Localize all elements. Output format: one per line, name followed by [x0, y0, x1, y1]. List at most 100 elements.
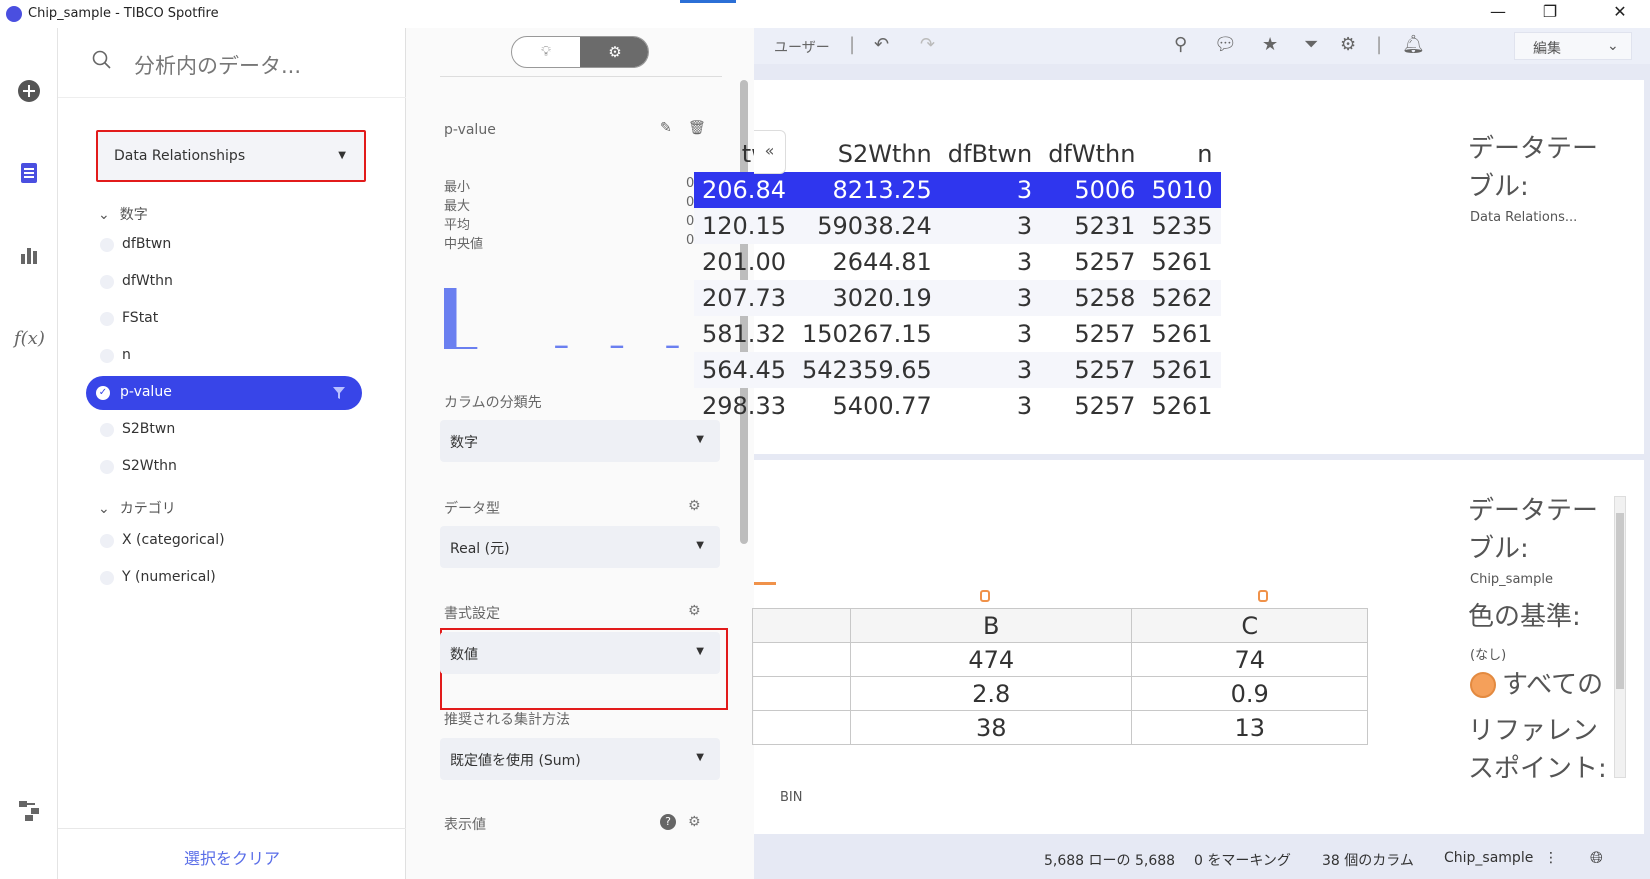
collapse-panel-button[interactable]: « [754, 130, 786, 174]
spotfire-logo-icon [6, 6, 22, 22]
cross-table[interactable]: B C 474 74 2.8 0.9 38 13 [752, 608, 1368, 745]
table-row[interactable]: 120.15 59038.24 3 5231 5235 [694, 208, 1221, 244]
legend-color-value: (なし) [1470, 648, 1507, 663]
legend-table-heading: データテーブル: [1468, 496, 1599, 564]
column-item[interactable]: n [94, 339, 384, 373]
table-row[interactable]: 564.45 542359.65 3 5257 5261 [694, 352, 1221, 388]
column-header[interactable] [752, 608, 851, 643]
table-row[interactable]: 298.33 5400.77 3 5257 5261 [694, 388, 1221, 424]
restore-button[interactable]: ❐ [1530, 2, 1570, 21]
trash-icon[interactable]: 🗑︎ [688, 120, 706, 136]
legend-color-heading: 色の基準: [1468, 602, 1581, 632]
column-item[interactable]: X (categorical) [94, 524, 384, 558]
table-row-marked[interactable]: 206.84 8213.25 3 5006 5010 [694, 172, 1221, 208]
datatype-label: データ型 [444, 501, 500, 517]
column-radio-icon [100, 275, 114, 289]
edit-icon[interactable]: ✎ [660, 120, 672, 136]
classification-dropdown[interactable]: 数字 ▼ [440, 420, 720, 462]
chevron-down-icon: ⌄ [1607, 38, 1619, 54]
main-toolbar: ユーザー | ↶ ↷ ⚲ 💬︎ ★ ⏷ ⚙ | 🔔︎ 編集 ⌄ [754, 28, 1650, 64]
aggregation-label: 推奨される集計方法 [444, 712, 570, 728]
column-radio-icon [100, 312, 114, 326]
help-icon[interactable]: ? [660, 814, 676, 830]
column-item[interactable]: S2Btwn [94, 413, 384, 447]
window-title: Chip_sample - TIBCO Spotfire [28, 6, 219, 21]
legend-color-item: すべての... [1502, 670, 1602, 700]
divider [440, 76, 722, 77]
search-icon [92, 50, 111, 69]
more-options-icon[interactable]: ⋮ [1544, 850, 1558, 866]
column-item[interactable]: Y (numerical) [94, 561, 384, 595]
user-menu[interactable]: ユーザー [774, 37, 830, 57]
undo-icon[interactable]: ↶ [874, 34, 889, 55]
cross-table-visualization: B C 474 74 2.8 0.9 38 13 BIN データテーブル: Chip_… [752, 460, 1644, 834]
lightbulb-icon[interactable]: 💡︎ [512, 37, 580, 67]
visualization-icon[interactable] [14, 242, 44, 272]
filter-icon[interactable] [332, 386, 346, 400]
table-row[interactable]: 474 74 [752, 642, 1368, 677]
group-category[interactable]: ⌄ カテゴリ [98, 498, 176, 518]
table-row[interactable]: 207.73 3020.19 3 5258 5262 [694, 280, 1221, 316]
column-header[interactable]: C [1131, 608, 1368, 643]
group-numeric[interactable]: ⌄ 数字 [98, 204, 148, 224]
function-icon[interactable]: f(x) [14, 328, 45, 358]
gear-icon[interactable]: ⚙ [688, 498, 701, 514]
icon-rail: f(x) [0, 28, 58, 879]
table-row[interactable]: 581.32 150267.15 3 5257 5261 [694, 316, 1221, 352]
globe-icon[interactable]: 🌐︎ [1590, 848, 1603, 868]
flow-icon[interactable] [14, 798, 44, 828]
distribution-histogram [444, 288, 679, 349]
column-item-selected[interactable]: ✓ p-value [86, 376, 362, 410]
column-item[interactable]: dfWthn [94, 265, 384, 299]
legend-table-value: Chip_sample [1470, 572, 1553, 587]
datatype-dropdown[interactable]: Real (元) ▼ [440, 526, 720, 568]
caret-down-icon: ▼ [696, 646, 704, 657]
column-header[interactable]: B [849, 608, 1133, 643]
clear-selection-link[interactable]: 選択をクリア [58, 828, 406, 879]
column-header[interactable]: dfWthn [1040, 136, 1143, 172]
column-header[interactable]: dfBtwn [940, 136, 1040, 172]
filter-icon[interactable]: ⏷ [1304, 34, 1318, 55]
column-item[interactable]: S2Wthn [94, 450, 384, 484]
legend-table-value: Data Relations... [1470, 210, 1578, 225]
panel-mode-toggle[interactable]: 💡︎ ⚙ [511, 36, 649, 68]
column-radio-icon [100, 460, 114, 474]
aggregation-dropdown[interactable]: 既定値を使用 (Sum) ▼ [440, 738, 720, 780]
search-input[interactable]: 分析内のデータ... [134, 50, 301, 80]
gear-icon[interactable]: ⚙ [1340, 34, 1356, 55]
column-count: 38 個のカラム [1322, 853, 1414, 869]
data-table-dropdown[interactable]: Data Relationships ▼ [96, 130, 366, 182]
minimize-button[interactable]: — [1478, 2, 1518, 21]
histogram-bar [666, 345, 679, 348]
column-item[interactable]: dfBtwn [94, 228, 384, 262]
table-row[interactable]: 2.8 0.9 [752, 676, 1368, 711]
add-icon[interactable] [14, 78, 44, 108]
notification-icon[interactable]: 🔔︎ [1402, 34, 1425, 55]
redo-icon[interactable]: ↷ [920, 34, 935, 55]
data-table[interactable]: twn S2Wthn dfBtwn dfWthn n 206.848213.25… [694, 136, 1221, 424]
table-name[interactable]: Chip_sample [1444, 850, 1533, 866]
format-dropdown[interactable]: 数値 ▼ [440, 632, 720, 674]
stat-label: 平均 [444, 218, 471, 233]
search-icon[interactable]: ⚲ [1174, 34, 1187, 55]
column-header[interactable]: n [1143, 136, 1220, 172]
table-row[interactable]: 38 13 [752, 710, 1368, 745]
column-item[interactable]: FStat [94, 302, 384, 336]
edit-mode-dropdown[interactable]: 編集 ⌄ [1514, 32, 1632, 60]
histogram-bar [555, 345, 568, 348]
table-row[interactable]: 201.00 2644.81 3 5257 5261 [694, 244, 1221, 280]
search-row[interactable]: 分析内のデータ... [58, 28, 406, 98]
row-count: 5,688 ローの 5,688 [1044, 853, 1176, 869]
column-header[interactable]: S2Wthn [794, 136, 940, 172]
data-panel: 分析内のデータ... Data Relationships ▼ ⌄ 数字 dfBt… [58, 28, 406, 879]
bookmark-icon[interactable]: ★ [1262, 34, 1278, 55]
legend-scrollbar[interactable] [1614, 496, 1626, 778]
caret-down-icon: ▼ [696, 752, 704, 763]
data-icon[interactable] [14, 160, 44, 190]
gear-icon[interactable]: ⚙ [688, 603, 701, 619]
gear-icon[interactable]: ⚙ [580, 37, 648, 67]
data-table-value: Data Relationships [114, 148, 246, 164]
gear-icon[interactable]: ⚙ [688, 814, 701, 830]
close-button[interactable]: ✕ [1600, 2, 1640, 21]
comments-icon[interactable]: 💬︎ [1214, 34, 1237, 55]
